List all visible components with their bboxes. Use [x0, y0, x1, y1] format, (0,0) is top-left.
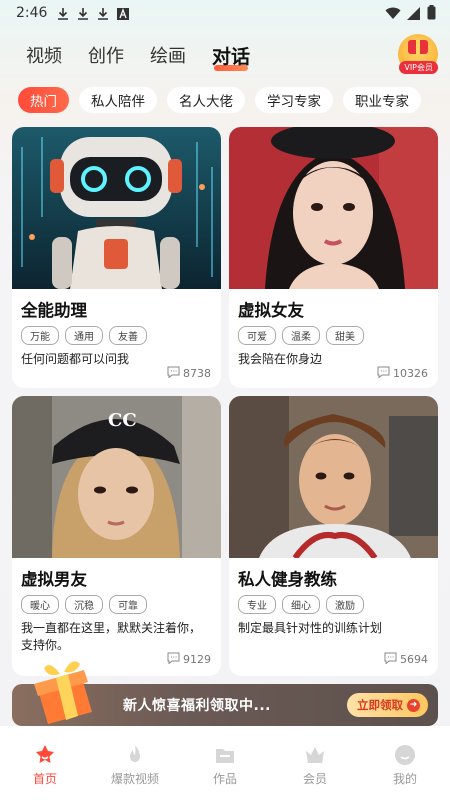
card-tag: 友善 — [109, 326, 147, 345]
banner-text: 新人惊喜福利领取中... — [123, 698, 271, 714]
nav-label: 首页 — [32, 772, 57, 786]
card-tag: 细心 — [282, 595, 320, 614]
fitness-coach-portrait — [229, 396, 438, 558]
card-tag: 暖心 — [21, 595, 59, 614]
battery-icon — [427, 5, 436, 24]
nav-label: 作品 — [212, 772, 237, 786]
card-tag: 激励 — [326, 595, 364, 614]
nav-label: 爆款视频 — [110, 772, 159, 786]
character-card-assistant[interactable]: 全能助理 万能 通用 友善 任何问题都可以问我 8738 — [12, 127, 221, 388]
top-tabs: 视频 创作 绘画 对话 — [26, 42, 250, 71]
profile-icon — [394, 744, 416, 766]
tab-chat[interactable]: 对话 — [212, 42, 250, 71]
claim-button-label: 立即领取 — [357, 698, 403, 712]
chip-celebrity[interactable]: 名人大佬 — [167, 87, 245, 113]
chip-career[interactable]: 职业专家 — [343, 87, 421, 113]
chat-bubble-icon — [167, 366, 180, 381]
download-icon — [56, 6, 70, 20]
nav-label: 我的 — [392, 772, 417, 786]
card-title: 虚拟女友 — [238, 301, 304, 320]
card-tag: 专业 — [238, 595, 276, 614]
chat-count: 8738 — [167, 366, 211, 381]
chip-study[interactable]: 学习专家 — [255, 87, 333, 113]
nav-works[interactable]: 作品 — [180, 726, 270, 800]
gift-box-icon — [20, 660, 120, 730]
card-description: 我一直都在这里，默默关注着你，支持你。 — [21, 621, 202, 652]
svg-text:CC: CC — [108, 410, 137, 431]
tab-create[interactable]: 创作 — [88, 42, 124, 69]
chat-count: 9129 — [167, 652, 211, 667]
card-title: 全能助理 — [21, 301, 87, 320]
nav-membership[interactable]: 会员 — [270, 726, 360, 800]
nav-home[interactable]: 首页 — [0, 726, 90, 800]
card-tag: 通用 — [65, 326, 103, 345]
download-icon — [96, 6, 110, 20]
chip-hot[interactable]: 热门 — [18, 87, 69, 113]
card-tag: 温柔 — [282, 326, 320, 345]
card-tag: 可靠 — [109, 595, 147, 614]
chat-bubble-icon — [384, 652, 397, 667]
category-chips: 热门 私人陪伴 名人大佬 学习专家 职业专家 — [18, 87, 421, 113]
nav-profile[interactable]: 我的 — [360, 726, 450, 800]
signal-icon — [407, 5, 421, 24]
arrow-right-icon: ➜ — [407, 698, 420, 712]
tab-video[interactable]: 视频 — [26, 42, 62, 69]
card-tag: 甜美 — [326, 326, 364, 345]
card-title: 虚拟男友 — [21, 570, 87, 589]
card-title: 私人健身教练 — [238, 570, 337, 589]
claim-button[interactable]: 立即领取 ➜ — [347, 693, 428, 717]
chat-bubble-icon — [167, 652, 180, 667]
status-time: 2:46 — [16, 5, 48, 21]
nav-label: 会员 — [302, 772, 327, 786]
chat-count-value: 10326 — [393, 367, 428, 380]
chip-companion[interactable]: 私人陪伴 — [79, 87, 157, 113]
vip-label[interactable]: VIP会员 — [399, 61, 438, 74]
character-card-fitness-coach[interactable]: 私人健身教练 专业 细心 激励 制定最具针对性的训练计划 5694 — [229, 396, 438, 676]
flame-icon — [124, 744, 146, 766]
system-status-icons — [385, 5, 436, 24]
card-tag: 沉稳 — [65, 595, 103, 614]
home-icon — [34, 744, 56, 766]
wifi-icon — [385, 5, 401, 24]
chat-count-value: 5694 — [400, 653, 428, 666]
chat-bubble-icon — [377, 366, 390, 381]
card-tag: 万能 — [21, 326, 59, 345]
chat-count: 10326 — [377, 366, 428, 381]
folder-icon — [214, 744, 236, 766]
card-tag: 可爱 — [238, 326, 276, 345]
chat-count: 5694 — [384, 652, 428, 667]
font-icon — [116, 6, 130, 20]
status-bar: 2:46 — [0, 0, 450, 26]
crown-icon — [304, 744, 326, 766]
chat-count-value: 9129 — [183, 653, 211, 666]
card-description: 制定最具针对性的训练计划 — [238, 621, 383, 635]
notification-icons — [56, 6, 130, 20]
character-card-girlfriend[interactable]: 虚拟女友 可爱 温柔 甜美 我会陪在你身边 10326 — [229, 127, 438, 388]
girlfriend-portrait — [229, 127, 438, 289]
chat-count-value: 8738 — [183, 367, 211, 380]
nav-hot-videos[interactable]: 爆款视频 — [90, 726, 180, 800]
boyfriend-portrait: CC — [12, 396, 221, 558]
download-icon — [76, 6, 90, 20]
character-card-boyfriend[interactable]: CC 虚拟男友 暖心 沉稳 可靠 我一直都在这里，默默关注着你，支持你。 912… — [12, 396, 221, 676]
bottom-nav: 首页 爆款视频 作品 会员 我的 — [0, 726, 450, 800]
tab-painting[interactable]: 绘画 — [150, 42, 186, 69]
robot-portrait — [12, 127, 221, 289]
